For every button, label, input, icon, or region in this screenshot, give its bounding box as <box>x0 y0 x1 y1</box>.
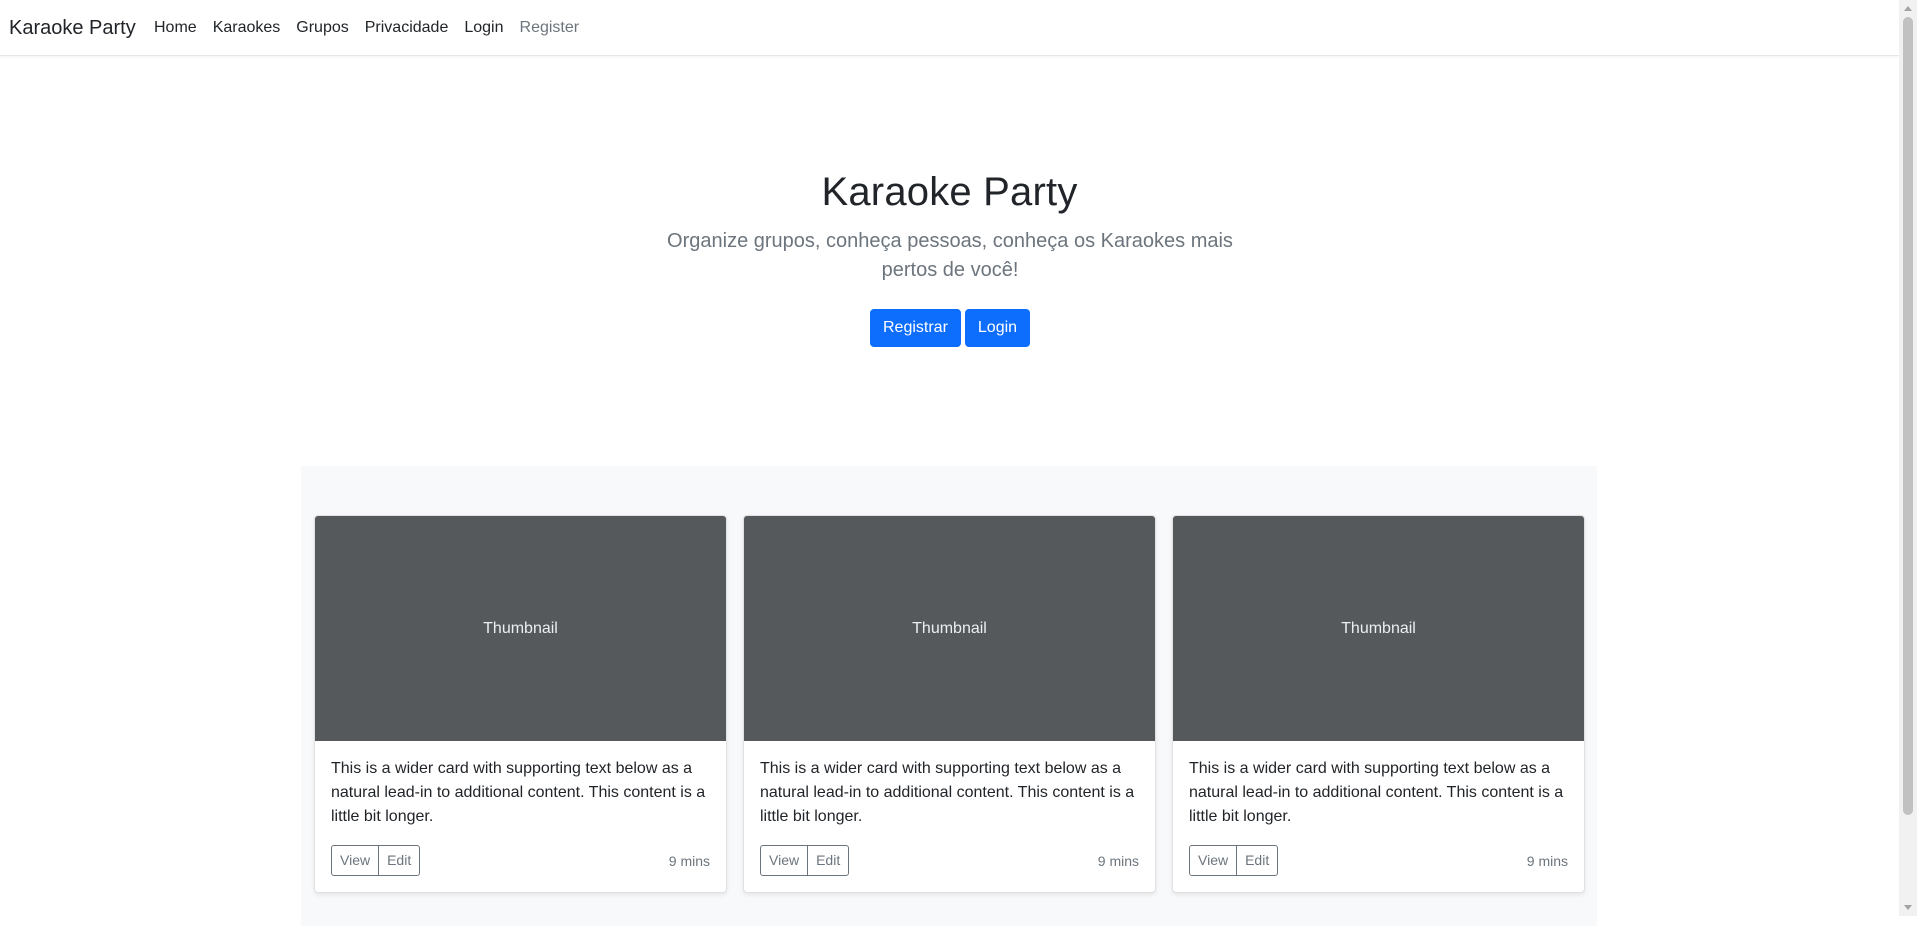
card-button-group: View Edit <box>1189 845 1279 876</box>
nav-link-privacidade[interactable]: Privacidade <box>365 18 449 38</box>
login-button[interactable]: Login <box>964 309 1031 347</box>
card-thumbnail: Thumbnail <box>1173 516 1584 741</box>
view-button[interactable]: View <box>331 845 380 876</box>
nav-link-karaokes[interactable]: Karaokes <box>213 18 281 38</box>
register-button[interactable]: Registrar <box>870 309 961 347</box>
edit-button[interactable]: Edit <box>807 845 850 876</box>
card-button-group: View Edit <box>760 845 850 876</box>
card-text: This is a wider card with supporting tex… <box>331 760 706 825</box>
nav-link-login[interactable]: Login <box>464 18 503 38</box>
hero-lead-text: Organize grupos, conheça pessoas, conheç… <box>667 230 1233 281</box>
scrollbar-thumb[interactable] <box>1903 17 1913 815</box>
card-body: This is a wider card with supporting tex… <box>315 741 726 892</box>
card-time: 9 mins <box>1097 852 1139 869</box>
brand-link[interactable]: Karaoke Party <box>9 15 136 41</box>
card-body: This is a wider card with supporting tex… <box>1173 741 1584 892</box>
card-time: 9 mins <box>668 852 710 869</box>
hero-title: Karaoke Party <box>821 170 1078 214</box>
card-text: This is a wider card with supporting tex… <box>760 760 1135 825</box>
hero-buttons: Registrar Login <box>870 309 1031 347</box>
scroll-up-arrow-icon[interactable] <box>1904 6 1912 11</box>
card-actions-row: View Edit 9 mins <box>1189 845 1568 876</box>
scroll-down-arrow-icon[interactable] <box>1904 905 1912 910</box>
card: Thumbnail This is a wider card with supp… <box>314 515 727 893</box>
nav-link-register[interactable]: Register <box>520 18 580 38</box>
card-actions-row: View Edit 9 mins <box>331 845 710 876</box>
card-actions-row: View Edit 9 mins <box>760 845 1139 876</box>
view-button[interactable]: View <box>1189 845 1238 876</box>
card-button-group: View Edit <box>331 845 421 876</box>
vertical-scrollbar[interactable] <box>1899 0 1917 916</box>
card-thumbnail: Thumbnail <box>744 516 1155 741</box>
edit-button[interactable]: Edit <box>1236 845 1279 876</box>
view-button[interactable]: View <box>760 845 809 876</box>
card: Thumbnail This is a wider card with supp… <box>1172 515 1585 893</box>
nav-links: Home Karaokes Grupos Privacidade Login R… <box>154 18 595 38</box>
card-text: This is a wider card with supporting tex… <box>1189 760 1564 825</box>
card-thumbnail: Thumbnail <box>315 516 726 741</box>
edit-button[interactable]: Edit <box>378 845 421 876</box>
card-time: 9 mins <box>1526 852 1568 869</box>
card: Thumbnail This is a wider card with supp… <box>743 515 1156 893</box>
nav-link-grupos[interactable]: Grupos <box>296 18 348 38</box>
album-section: Thumbnail This is a wider card with supp… <box>301 466 1597 926</box>
top-navbar: Karaoke Party Home Karaokes Grupos Priva… <box>0 0 1899 56</box>
card-body: This is a wider card with supporting tex… <box>744 741 1155 892</box>
nav-link-home[interactable]: Home <box>154 18 197 38</box>
